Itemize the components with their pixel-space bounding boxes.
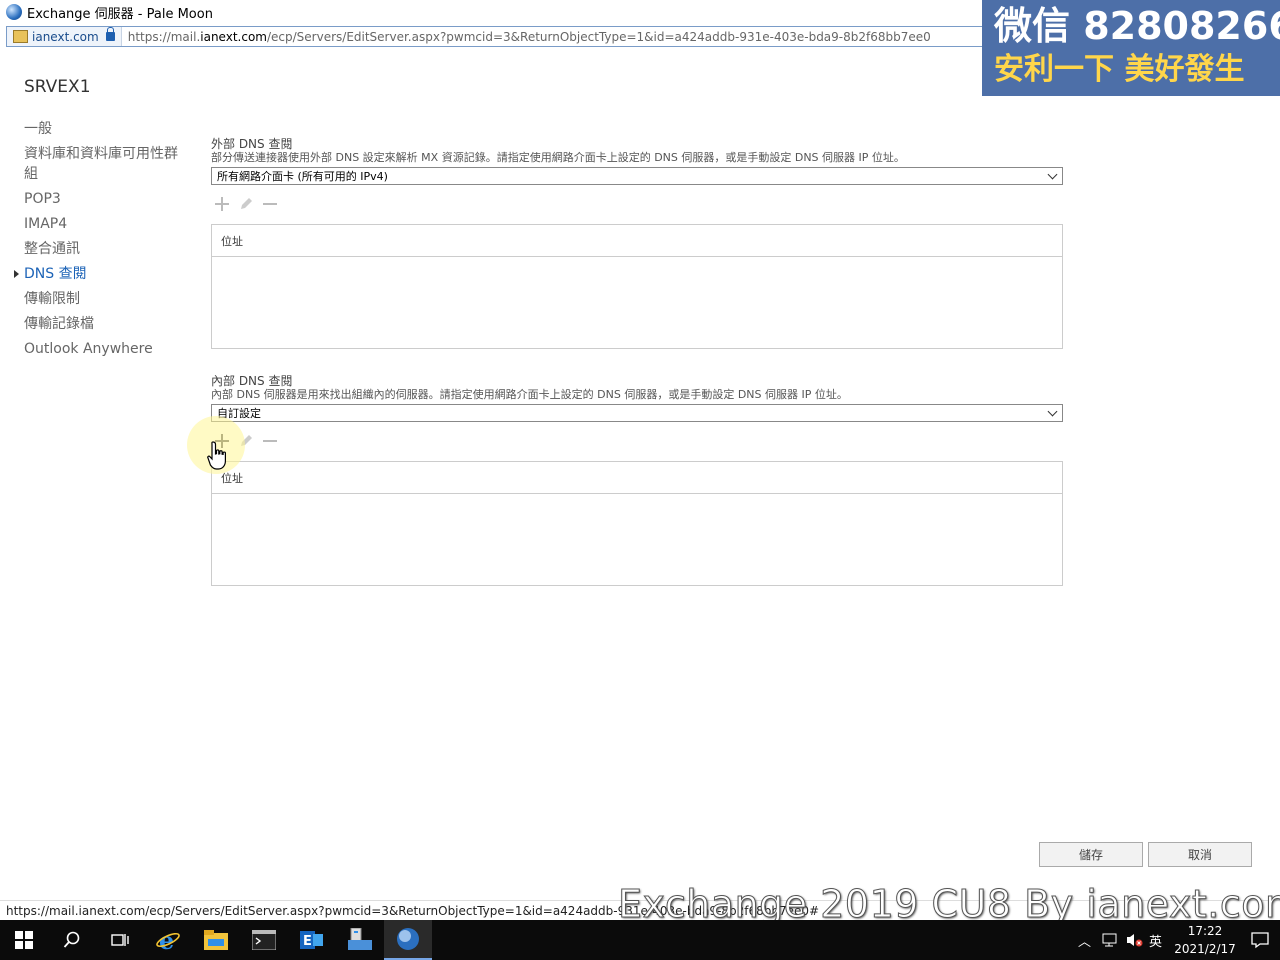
chevron-down-icon (1047, 169, 1058, 180)
exchange-icon: E (300, 931, 323, 949)
folder-icon (204, 930, 228, 950)
remove-icon[interactable] (261, 432, 279, 450)
window-title: Exchange 伺服器 - Pale Moon (27, 6, 213, 22)
task-view-icon (111, 934, 129, 946)
server-manager-icon (348, 928, 372, 950)
watermark-line2: 安利一下 美好發生 (994, 52, 1245, 87)
remove-icon[interactable] (261, 195, 279, 213)
external-dns-select[interactable]: 所有網路介面卡 (所有可用的 IPv4) (211, 167, 1063, 185)
task-view-button[interactable] (96, 920, 144, 960)
watermark-line1: 微信 82808266 (994, 4, 1280, 48)
taskbar-exchange-shell[interactable]: E (288, 920, 336, 960)
nav-item-databases[interactable]: 資料庫和資料庫可用性群組 (24, 144, 179, 184)
nav-item-transport-logs[interactable]: 傳輸記錄檔 (24, 314, 184, 334)
start-button[interactable] (0, 920, 48, 960)
edit-icon[interactable] (237, 195, 255, 213)
url-text[interactable]: https://mail.ianext.com/ecp/Servers/Edit… (122, 30, 931, 44)
external-dns-section: 外部 DNS 查閱 部分傳送連接器使用外部 DNS 設定來解析 MX 資源記錄。… (211, 137, 1063, 349)
chevron-up-icon[interactable]: ︿ (1078, 931, 1091, 950)
system-tray: ︿ 英 17:22 2021/2/17 (1078, 920, 1280, 960)
internal-dns-toolbar (211, 431, 1063, 451)
cancel-button[interactable]: 取消 (1148, 842, 1252, 867)
site-name: ianext.com (32, 29, 99, 44)
search-button[interactable] (48, 920, 96, 960)
nav-item-dns-lookups[interactable]: DNS 查閱 (14, 264, 184, 284)
column-header-address[interactable]: 位址 (212, 462, 1062, 494)
nav-item-transport-limits[interactable]: 傳輸限制 (24, 289, 184, 309)
watermark-banner: 微信 82808266 安利一下 美好發生 (982, 0, 1280, 96)
column-header-address[interactable]: 位址 (212, 225, 1062, 257)
windows-taskbar: e E ︿ 英 17:22 2021/2/17 (0, 920, 1280, 960)
pale-moon-icon (6, 4, 22, 20)
external-dns-select-value: 所有網路介面卡 (所有可用的 IPv4) (217, 170, 388, 183)
lock-icon (105, 27, 115, 41)
page-title: SRVEX1 (24, 77, 91, 97)
internal-dns-section: 內部 DNS 查閱 內部 DNS 伺服器是用來找出組織內的伺服器。請指定使用網路… (211, 374, 1063, 586)
internal-dns-address-list[interactable]: 位址 (211, 461, 1063, 586)
clock[interactable]: 17:22 2021/2/17 (1170, 922, 1240, 958)
taskbar-file-explorer[interactable] (192, 920, 240, 960)
internal-dns-title: 內部 DNS 查閱 (211, 374, 293, 388)
external-dns-description: 部分傳送連接器使用外部 DNS 設定來解析 MX 資源記錄。請指定使用網路介面卡… (211, 151, 905, 164)
volume-muted-icon[interactable] (1125, 932, 1143, 948)
external-dns-title: 外部 DNS 查閱 (211, 137, 293, 151)
external-dns-toolbar (211, 194, 1063, 214)
nav-item-imap4[interactable]: IMAP4 (24, 214, 184, 234)
hand-cursor-icon (207, 441, 226, 470)
internal-dns-description: 內部 DNS 伺服器是用來找出組織內的伺服器。請指定使用網路介面卡上設定的 DN… (211, 388, 848, 401)
windows-logo-icon (15, 931, 33, 949)
nav-item-unified-messaging[interactable]: 整合通訊 (24, 239, 184, 259)
svg-text:E: E (303, 934, 312, 949)
taskbar-command-prompt[interactable] (240, 920, 288, 960)
internet-explorer-icon: e (156, 928, 180, 952)
nav-item-outlook-anywhere[interactable]: Outlook Anywhere (24, 339, 184, 359)
save-button[interactable]: 儲存 (1039, 842, 1143, 867)
external-dns-address-list[interactable]: 位址 (211, 224, 1063, 349)
terminal-icon (252, 930, 276, 950)
taskbar-ie[interactable]: e (144, 920, 192, 960)
site-identity[interactable]: ianext.com (7, 27, 122, 46)
nav-item-general[interactable]: 一般 (24, 119, 184, 139)
taskbar-server-manager[interactable] (336, 920, 384, 960)
clock-time: 17:22 (1187, 924, 1223, 938)
network-icon[interactable] (1101, 932, 1119, 948)
clock-date: 2021/2/17 (1174, 942, 1236, 956)
nav-item-pop3[interactable]: POP3 (24, 189, 184, 209)
pale-moon-icon (397, 928, 419, 950)
site-icon (13, 30, 28, 43)
sidebar-nav: 一般 資料庫和資料庫可用性群組 POP3 IMAP4 整合通訊 DNS 查閱 傳… (14, 119, 184, 364)
internal-dns-select[interactable]: 自訂設定 (211, 404, 1063, 422)
taskbar-pale-moon[interactable] (384, 920, 432, 960)
add-icon[interactable] (213, 195, 231, 213)
chevron-down-icon (1047, 406, 1058, 417)
ime-indicator[interactable]: 英 (1149, 931, 1162, 950)
notification-icon[interactable] (1240, 930, 1280, 950)
search-icon (63, 931, 80, 948)
